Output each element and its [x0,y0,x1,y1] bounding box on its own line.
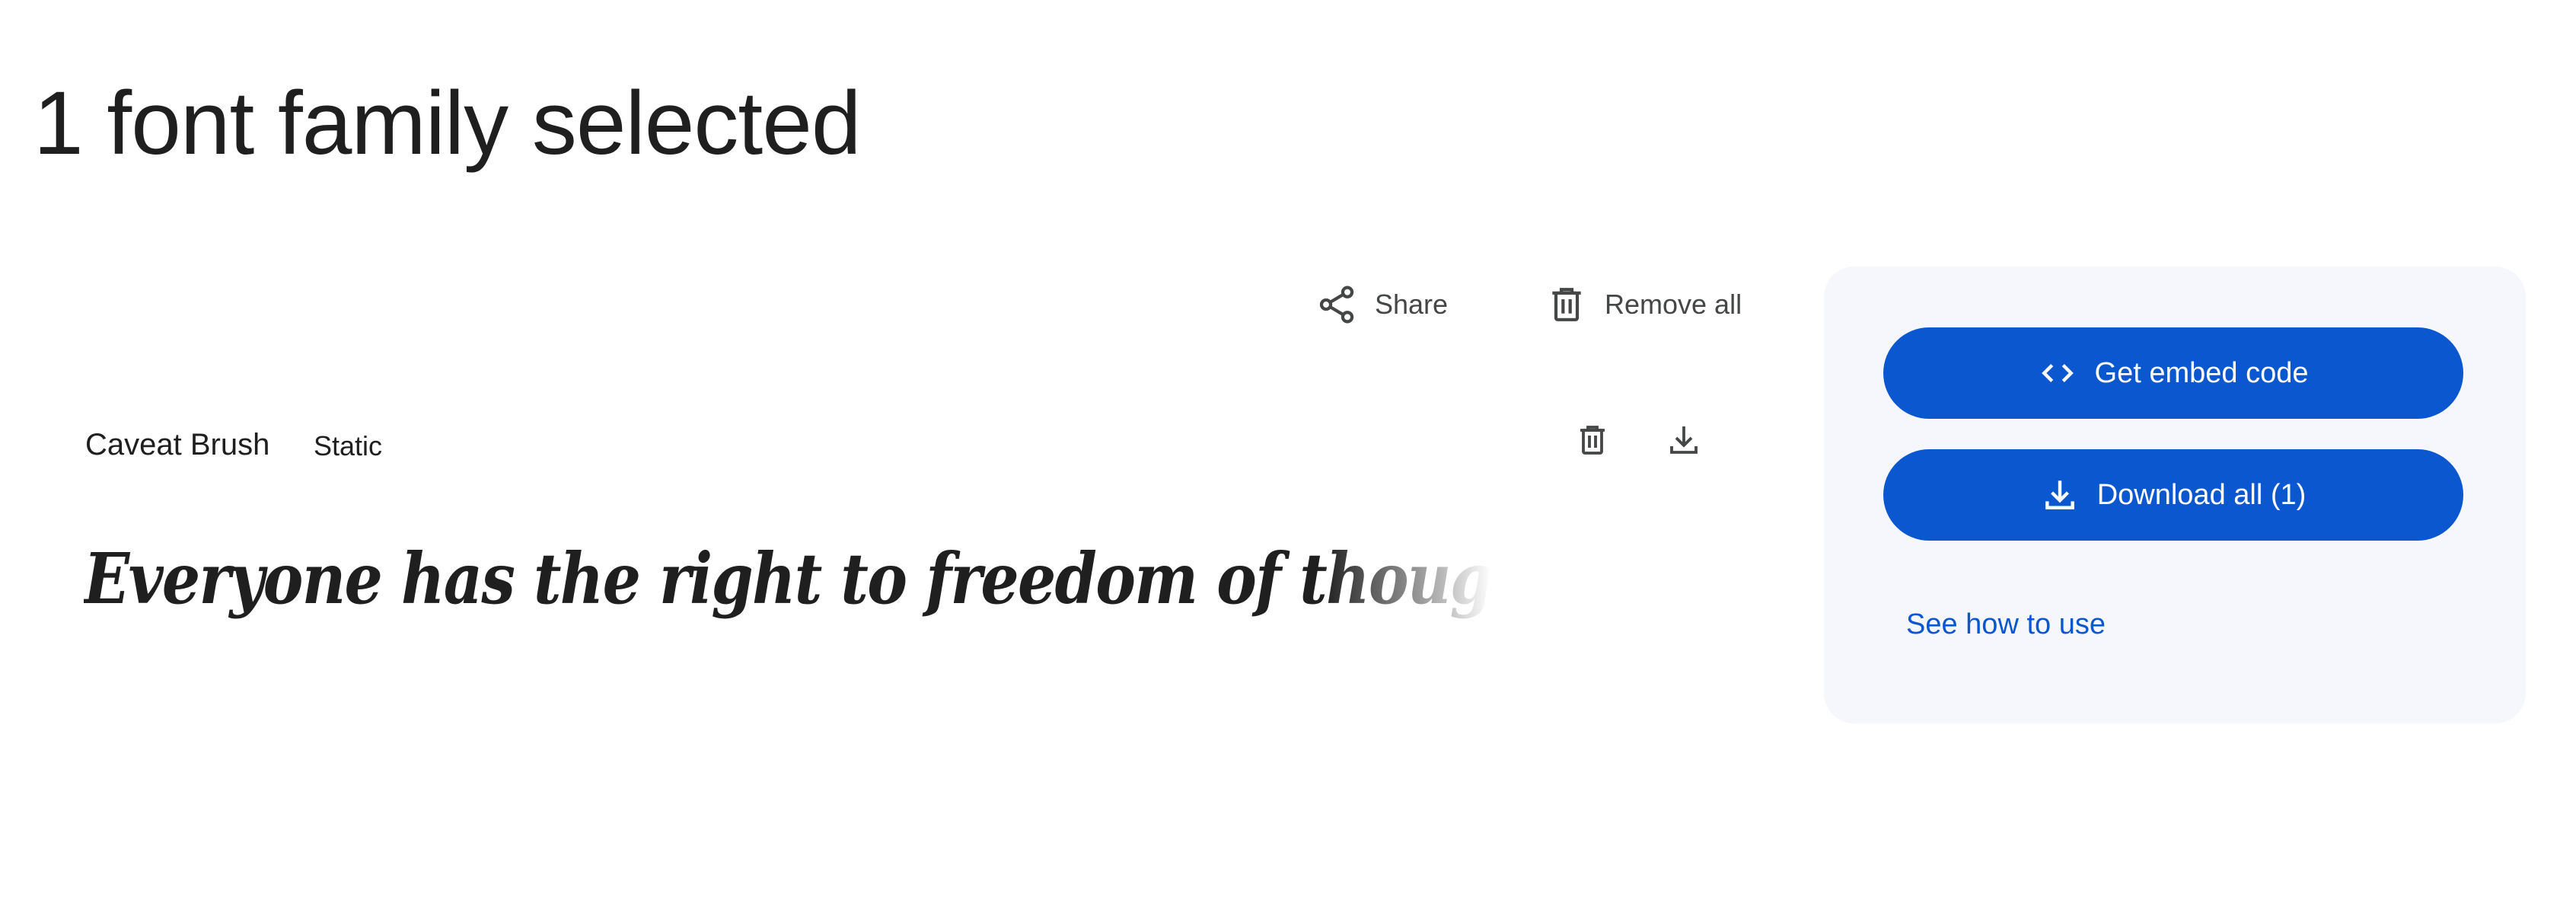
download-icon [1666,422,1702,458]
trash-icon [1545,283,1588,326]
get-embed-code-label: Get embed code [2094,356,2309,389]
font-preview-text: Everyone has the right to freedom of tho… [84,538,1491,620]
see-how-to-use-link[interactable]: See how to use [1906,605,2106,644]
code-brackets-icon [2039,354,2077,392]
font-family-name: Caveat Brush [85,428,270,461]
download-all-label: Download all (1) [2096,478,2307,511]
font-type-label: Static [314,430,383,461]
remove-all-button[interactable]: Remove all [1545,276,1742,334]
download-all-button[interactable]: Download all (1) [1883,449,2463,541]
page-title: 1 font family selected [33,73,861,174]
remove-all-label: Remove all [1605,289,1742,320]
download-icon [2041,476,2079,514]
share-button[interactable]: Share [1315,276,1448,334]
share-label: Share [1375,289,1449,320]
get-embed-code-button[interactable]: Get embed code [1883,327,2463,419]
remove-font-button[interactable] [1564,411,1621,469]
download-font-button[interactable] [1655,411,1713,469]
trash-icon [1574,422,1611,458]
share-icon [1315,283,1358,326]
